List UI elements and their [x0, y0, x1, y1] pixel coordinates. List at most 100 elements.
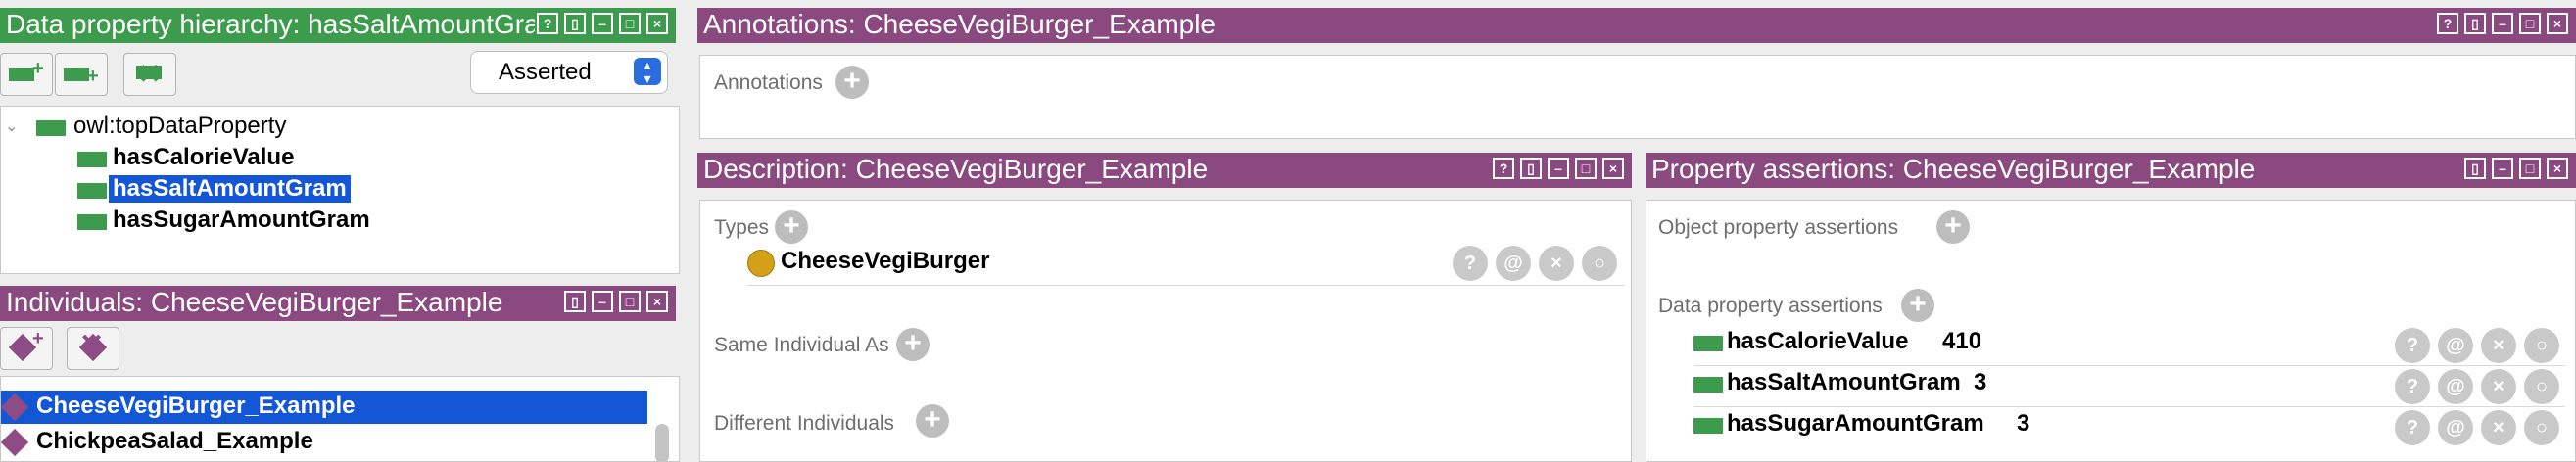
- description-panel: Types + CheeseVegiBurger ? @ × ○ Same In…: [699, 200, 1632, 462]
- assertion-property[interactable]: hasSaltAmountGram: [1727, 369, 1961, 396]
- add-individual-button[interactable]: +: [0, 327, 53, 370]
- assertion-value[interactable]: 3: [2017, 410, 2029, 438]
- maximize-icon[interactable]: □: [2519, 158, 2541, 179]
- add-type-button[interactable]: +: [775, 210, 808, 244]
- annotations-panel: Annotations +: [699, 55, 2576, 139]
- panel-title: Data property hierarchy: hasSaltAmountGr…: [6, 9, 535, 39]
- assertion-property[interactable]: hasSugarAmountGram: [1727, 410, 1984, 438]
- assertion-value[interactable]: 3: [1974, 369, 1986, 396]
- chevron-updown-icon: ▴ ▾: [634, 58, 661, 85]
- help-icon[interactable]: ?: [2395, 328, 2430, 363]
- asserted-inferred-select[interactable]: Asserted ▴ ▾: [470, 51, 668, 94]
- data-property-icon: [1693, 377, 1723, 393]
- panel-title: Property assertions: CheeseVegiBurger_Ex…: [1651, 154, 2256, 184]
- maximize-icon[interactable]: □: [619, 13, 641, 34]
- add-same-individual-button[interactable]: +: [896, 328, 930, 361]
- edit-icon[interactable]: ○: [2524, 410, 2559, 445]
- minimize-icon[interactable]: –: [2492, 158, 2513, 179]
- minimize-icon[interactable]: –: [2492, 13, 2513, 34]
- add-annotation-button[interactable]: +: [835, 66, 869, 99]
- split-view-icon[interactable]: ▯: [564, 291, 586, 312]
- tree-item-hasSaltAmountGram[interactable]: hasSaltAmountGram: [109, 175, 351, 203]
- annotate-icon[interactable]: @: [1496, 246, 1531, 281]
- add-object-property-button[interactable]: +: [1936, 210, 1970, 244]
- data-property-icon: [77, 183, 107, 199]
- help-icon[interactable]: ?: [537, 13, 558, 34]
- panel-title: Annotations: CheeseVegiBurger_Example: [703, 9, 1216, 39]
- maximize-icon[interactable]: □: [1575, 158, 1597, 179]
- split-view-icon[interactable]: ▯: [1520, 158, 1542, 179]
- same-individual-label: Same Individual As: [714, 334, 889, 356]
- class-icon: [747, 250, 775, 277]
- help-icon[interactable]: ?: [1453, 246, 1488, 281]
- list-item-label: ChickpeaSalad_Example: [36, 428, 313, 454]
- data-property-label: Data property assertions: [1658, 295, 1883, 317]
- list-item-label: CheeseVegiBurger_Example: [36, 393, 356, 419]
- close-icon[interactable]: ×: [2547, 158, 2568, 179]
- maximize-icon[interactable]: □: [619, 291, 641, 312]
- delete-icon[interactable]: ×: [2481, 410, 2516, 445]
- minimize-icon[interactable]: –: [592, 13, 613, 34]
- edit-icon[interactable]: ○: [1582, 246, 1617, 281]
- annotations-title-bar: Annotations: CheeseVegiBurger_Example ? …: [697, 8, 2576, 43]
- close-icon[interactable]: ×: [646, 13, 668, 34]
- annotations-label: Annotations: [714, 71, 823, 94]
- data-property-icon: [1693, 336, 1723, 351]
- data-property-hierarchy-title-bar: Data property hierarchy: hasSaltAmountGr…: [0, 8, 676, 43]
- annotate-icon[interactable]: @: [2438, 328, 2473, 363]
- tree-expander-icon[interactable]: ⌄: [5, 116, 18, 136]
- panel-title: Description: CheeseVegiBurger_Example: [703, 154, 1209, 184]
- add-different-individual-button[interactable]: +: [916, 404, 949, 438]
- edit-icon[interactable]: ○: [2524, 369, 2559, 404]
- close-icon[interactable]: ×: [1602, 158, 1624, 179]
- divider: [1693, 365, 2565, 366]
- individual-icon: [1, 428, 29, 457]
- split-view-icon[interactable]: ▯: [564, 13, 586, 34]
- delete-icon[interactable]: ×: [1539, 246, 1574, 281]
- delete-individual-button[interactable]: ✕: [67, 327, 119, 370]
- panel-title: Individuals: CheeseVegiBurger_Example: [6, 287, 503, 317]
- property-assertions-panel: Object property assertions + Data proper…: [1646, 200, 2576, 462]
- tree-item-hasSugarAmountGram[interactable]: hasSugarAmountGram: [113, 207, 370, 234]
- delete-property-button[interactable]: ✕: [123, 53, 176, 96]
- data-property-tree: ⌄ owl:topDataProperty hasCalorieValue ha…: [0, 106, 680, 274]
- divider: [747, 285, 1625, 286]
- types-label: Types: [714, 216, 770, 239]
- individuals-list: CheeseVegiBurger_Example ChickpeaSalad_E…: [0, 376, 680, 462]
- help-icon[interactable]: ?: [2395, 369, 2430, 404]
- minimize-icon[interactable]: –: [592, 291, 613, 312]
- add-data-property-button[interactable]: +: [1901, 289, 1934, 322]
- individuals-toolbar: + ✕: [0, 323, 676, 374]
- data-property-icon: [77, 152, 107, 167]
- add-subproperty-button[interactable]: +: [0, 53, 53, 96]
- delete-icon[interactable]: ×: [2481, 328, 2516, 363]
- delete-icon[interactable]: ×: [2481, 369, 2516, 404]
- annotate-icon[interactable]: @: [2438, 369, 2473, 404]
- edit-icon[interactable]: ○: [2524, 328, 2559, 363]
- split-view-icon[interactable]: ▯: [2464, 13, 2486, 34]
- data-property-icon: [36, 120, 66, 136]
- tree-item-hasCalorieValue[interactable]: hasCalorieValue: [113, 144, 294, 171]
- close-icon[interactable]: ×: [646, 291, 668, 312]
- divider: [1693, 406, 2565, 407]
- list-item-selected[interactable]: CheeseVegiBurger_Example: [1, 391, 647, 424]
- individual-icon: [1, 393, 29, 422]
- object-property-label: Object property assertions: [1658, 216, 1899, 239]
- individuals-title-bar: Individuals: CheeseVegiBurger_Example ▯ …: [0, 286, 676, 321]
- scrollbar[interactable]: [655, 424, 669, 461]
- maximize-icon[interactable]: □: [2519, 13, 2541, 34]
- help-icon[interactable]: ?: [1493, 158, 1514, 179]
- split-view-icon[interactable]: ▯: [2464, 158, 2486, 179]
- help-icon[interactable]: ?: [2437, 13, 2458, 34]
- add-sibling-property-button[interactable]: +: [55, 53, 108, 96]
- assertion-property[interactable]: hasCalorieValue: [1727, 328, 1908, 355]
- type-value[interactable]: CheeseVegiBurger: [781, 248, 989, 275]
- minimize-icon[interactable]: –: [1548, 158, 1569, 179]
- help-icon[interactable]: ?: [2395, 410, 2430, 445]
- description-title-bar: Description: CheeseVegiBurger_Example ? …: [697, 153, 1632, 188]
- annotate-icon[interactable]: @: [2438, 410, 2473, 445]
- close-icon[interactable]: ×: [2547, 13, 2568, 34]
- list-item[interactable]: ChickpeaSalad_Example: [1, 426, 647, 459]
- assertion-value[interactable]: 410: [1942, 328, 1981, 355]
- tree-item-root[interactable]: owl:topDataProperty: [73, 113, 286, 140]
